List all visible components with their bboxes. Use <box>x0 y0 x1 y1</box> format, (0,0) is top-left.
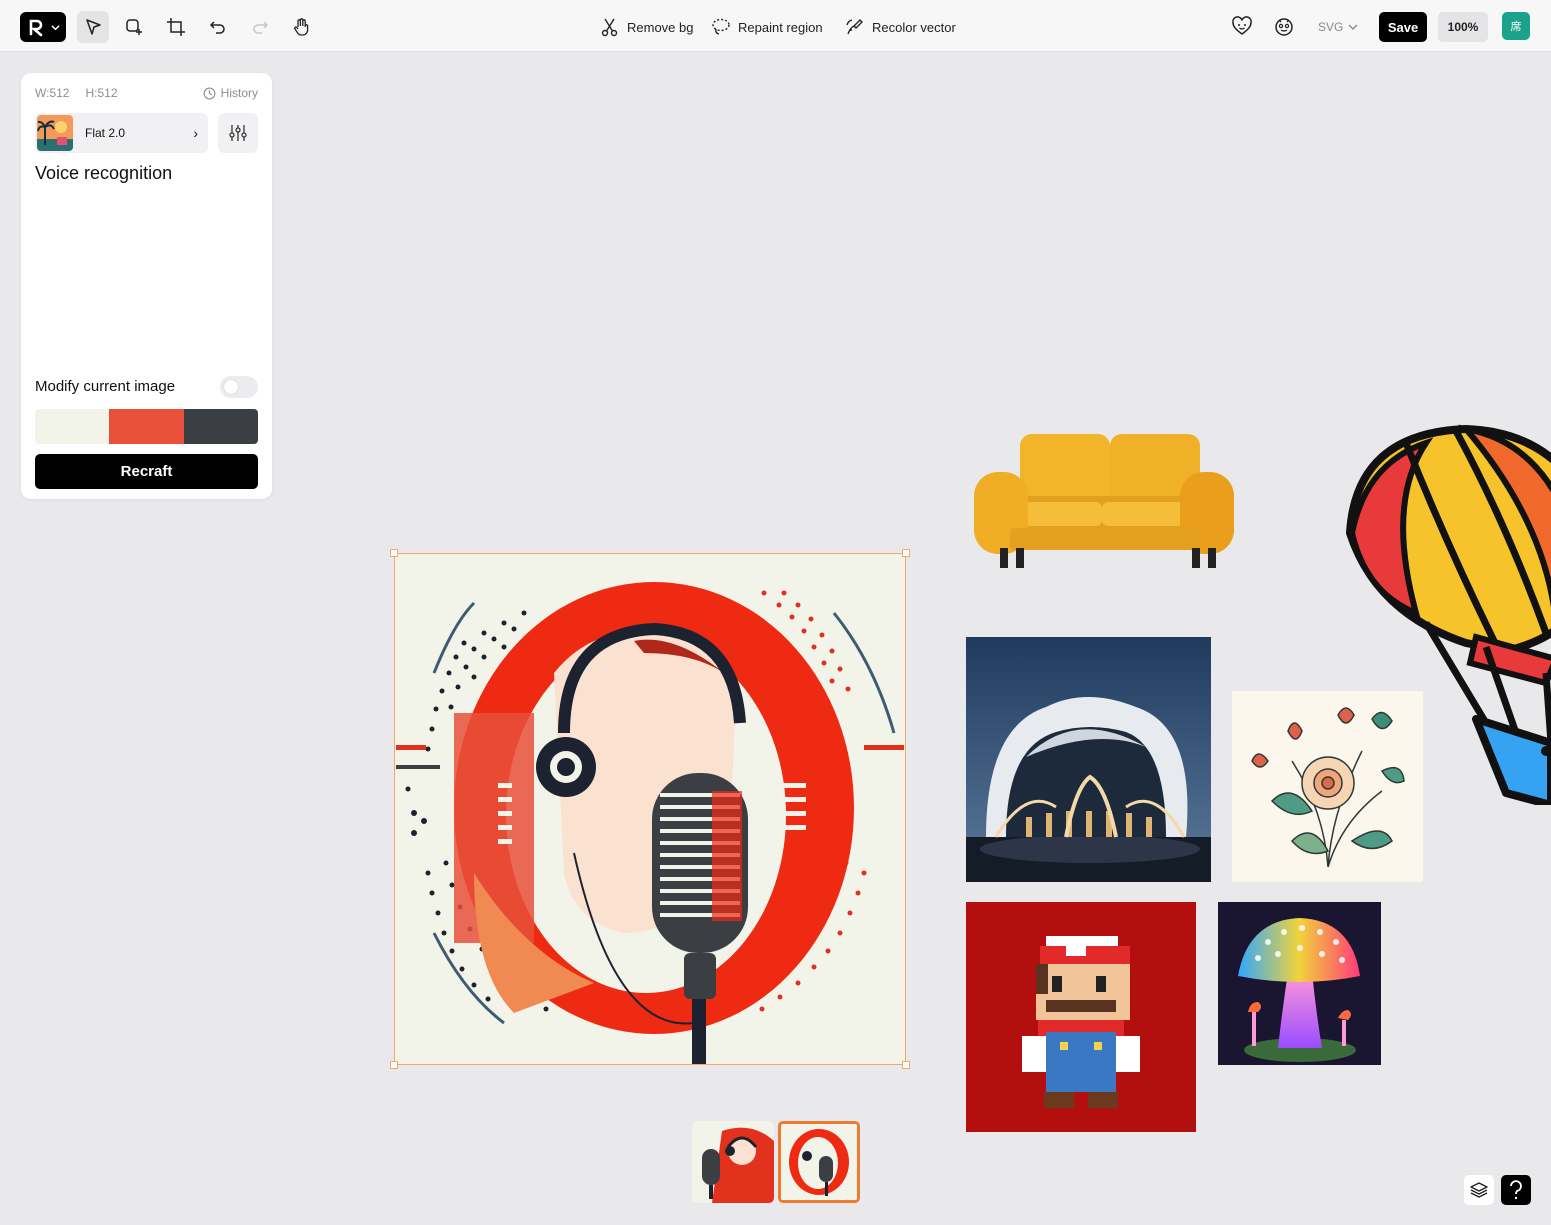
variation-thumbnail[interactable] <box>692 1121 774 1203</box>
clock-icon <box>203 87 216 99</box>
history-button[interactable]: History <box>203 86 258 100</box>
pixel-plumber[interactable] <box>966 902 1196 1132</box>
save-button[interactable]: Save <box>1379 12 1427 42</box>
app-menu-button[interactable] <box>20 12 66 42</box>
generation-panel: W:512 H:512 History Flat 2.0 › Voice rec… <box>21 73 272 499</box>
chevron-right-icon: › <box>193 125 198 141</box>
chevron-down-icon <box>1348 24 1358 30</box>
palette-swatch[interactable] <box>35 409 110 444</box>
hand-tool-button[interactable] <box>286 11 318 43</box>
favorites-button[interactable] <box>1230 14 1254 38</box>
history-label: History <box>220 86 258 100</box>
palette-swatch[interactable] <box>183 409 258 444</box>
settings-button[interactable] <box>218 113 258 153</box>
voice-recognition-illustration[interactable] <box>394 553 906 1065</box>
help-button[interactable] <box>1501 1175 1531 1205</box>
layers-icon <box>1470 1182 1488 1198</box>
recolor-vector-button[interactable]: Recolor vector <box>845 14 956 40</box>
style-thumbnail <box>37 115 73 151</box>
sliders-icon <box>229 125 247 141</box>
yellow-sofa[interactable] <box>972 430 1236 572</box>
redo-button[interactable] <box>244 11 276 43</box>
add-frame-icon <box>126 19 142 35</box>
zoom-level-button[interactable]: 100% <box>1438 12 1488 42</box>
recolor-vector-label: Recolor vector <box>872 19 956 35</box>
recraft-logo-icon <box>29 19 42 37</box>
export-format-select[interactable]: SVG <box>1318 16 1358 38</box>
undo-button[interactable] <box>202 11 234 43</box>
pointer-icon <box>86 19 101 35</box>
undo-icon <box>209 21 225 34</box>
style-selector[interactable]: Flat 2.0 › <box>35 113 208 153</box>
user-avatar[interactable]: 席 <box>1502 12 1530 40</box>
lasso-icon <box>712 18 730 35</box>
variation-strip <box>692 1121 860 1203</box>
height-value[interactable]: H:512 <box>85 86 117 100</box>
mockup-button[interactable] <box>1272 14 1296 38</box>
recolor-icon <box>846 19 863 35</box>
repaint-region-label: Repaint region <box>738 19 823 35</box>
palette-swatch[interactable] <box>109 409 184 444</box>
crop-tool-button[interactable] <box>160 11 192 43</box>
variation-thumbnail-selected[interactable] <box>778 1121 860 1203</box>
style-name: Flat 2.0 <box>85 126 126 140</box>
heart-face-icon <box>1232 16 1252 35</box>
modify-current-image-label: Modify current image <box>35 378 176 395</box>
remove-bg-button[interactable]: Remove bg <box>600 14 693 40</box>
question-icon <box>1510 1180 1522 1200</box>
neon-mushroom[interactable] <box>1218 902 1381 1065</box>
add-frame-tool-button[interactable] <box>118 11 150 43</box>
top-toolbar: Remove bg Repaint region Recolor vector … <box>0 0 1551 52</box>
export-format-value: SVG <box>1318 20 1344 34</box>
crop-icon <box>167 18 185 36</box>
prompt-input[interactable]: Voice recognition <box>35 163 172 184</box>
color-palette <box>35 409 258 444</box>
width-value[interactable]: W:512 <box>35 86 69 100</box>
futuristic-building[interactable] <box>966 637 1211 882</box>
face-icon <box>1275 18 1293 36</box>
dimensions: W:512 H:512 <box>35 86 118 100</box>
hand-icon <box>294 18 309 36</box>
repaint-region-button[interactable]: Repaint region <box>711 14 823 40</box>
chevron-down-icon <box>50 24 60 30</box>
recraft-button[interactable]: Recraft <box>35 454 258 489</box>
flower-bouquet[interactable] <box>1232 691 1423 882</box>
layers-button[interactable] <box>1464 1175 1494 1205</box>
modify-current-image-toggle[interactable] <box>220 376 258 398</box>
remove-bg-label: Remove bg <box>627 19 694 35</box>
scissors-icon <box>601 18 618 37</box>
redo-icon <box>253 21 269 34</box>
select-tool-button[interactable] <box>77 11 109 43</box>
